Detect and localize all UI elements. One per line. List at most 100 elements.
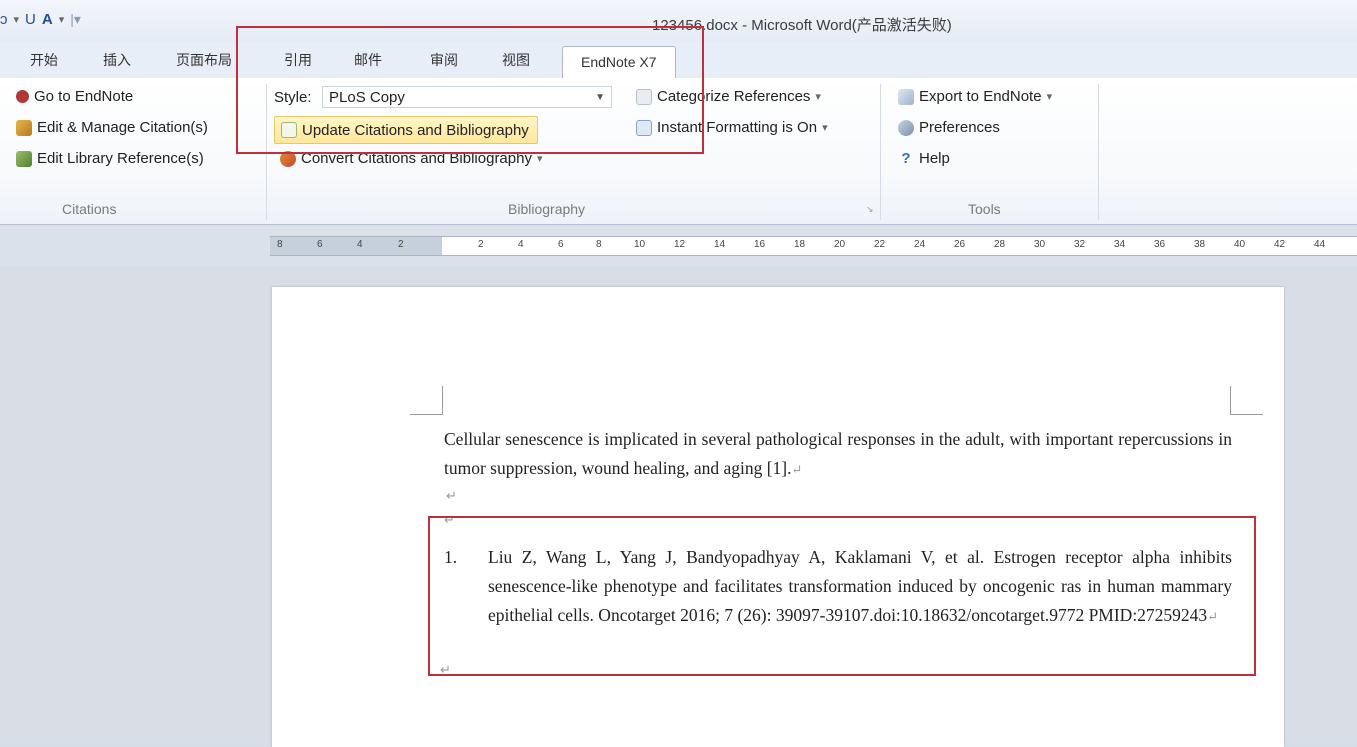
ruler-number: 38 bbox=[1194, 239, 1206, 250]
export-to-endnote-button[interactable]: Export to EndNote ▾ bbox=[898, 88, 1052, 105]
dropdown-arrow-icon[interactable]: ▼ bbox=[595, 87, 605, 109]
update-citations-label: Update Citations and Bibliography bbox=[302, 121, 529, 139]
edit-library-icon bbox=[16, 150, 32, 167]
edit-library-reference-label: Edit Library Reference(s) bbox=[37, 150, 204, 167]
ribbon-tabs: 开始 插入 页面布局 引用 邮件 审阅 视图 EndNote X7 bbox=[0, 42, 1357, 79]
dropdown-icon[interactable]: ▾ bbox=[59, 13, 65, 26]
dropdown-arrow-icon: ▾ bbox=[815, 91, 821, 103]
style-select[interactable]: PLoS Copy ▼ bbox=[322, 86, 612, 108]
preferences-label: Preferences bbox=[919, 119, 1000, 136]
ruler-number: 34 bbox=[1114, 239, 1126, 250]
ruler-number: 2 bbox=[398, 239, 404, 250]
dropdown-arrow-icon: ▾ bbox=[822, 122, 828, 134]
edit-manage-citations-button[interactable]: Edit & Manage Citation(s) bbox=[16, 119, 208, 136]
ruler-number: 4 bbox=[357, 239, 363, 250]
help-icon: ? bbox=[901, 150, 911, 167]
ruler-number: 12 bbox=[674, 239, 686, 250]
instant-formatting-label: Instant Formatting is On bbox=[657, 119, 818, 136]
ruler-number: 10 bbox=[634, 239, 646, 250]
paragraph-mark: ↵ bbox=[444, 512, 455, 527]
help-button[interactable]: ? Help bbox=[898, 150, 950, 167]
update-citations-button[interactable]: Update Citations and Bibliography bbox=[274, 116, 538, 144]
body-paragraph[interactable]: Cellular senescence is implicated in sev… bbox=[444, 425, 1232, 484]
categorize-references-button[interactable]: Categorize References ▾ bbox=[636, 88, 821, 105]
convert-citations-button[interactable]: Convert Citations and Bibliography ▾ bbox=[280, 150, 543, 167]
group-divider bbox=[266, 84, 267, 220]
crop-mark bbox=[1230, 386, 1263, 415]
go-to-endnote-button[interactable]: Go to EndNote bbox=[16, 88, 133, 105]
ruler-number: 26 bbox=[954, 239, 966, 250]
style-value: PLoS Copy bbox=[329, 89, 405, 106]
convert-citations-label: Convert Citations and Bibliography bbox=[301, 150, 532, 167]
ruler-number: 8 bbox=[596, 239, 602, 250]
style-label: Style: bbox=[274, 89, 312, 106]
group-divider bbox=[880, 84, 881, 220]
endnote-icon bbox=[16, 90, 29, 103]
paragraph-mark: ↵ bbox=[446, 488, 457, 503]
ruler-number: 8 bbox=[277, 239, 283, 250]
ruler-number: 6 bbox=[558, 239, 564, 250]
quick-access-toolbar: ↄ ▾ U A ▾ |▾ bbox=[0, 8, 81, 30]
crop-mark bbox=[410, 386, 443, 415]
font-color-icon[interactable]: A bbox=[42, 11, 53, 28]
convert-icon bbox=[280, 150, 296, 167]
dropdown-icon[interactable]: ▾ bbox=[14, 13, 20, 26]
document-page[interactable] bbox=[272, 287, 1284, 747]
categorize-icon bbox=[636, 88, 652, 105]
paragraph-mark: ↵ bbox=[791, 462, 803, 477]
dialog-launcher-icon[interactable]: ↘ bbox=[866, 204, 874, 215]
ruler-number: 24 bbox=[914, 239, 926, 250]
reference-text: Liu Z, Wang L, Yang J, Bandyopadhyay A, … bbox=[488, 547, 1232, 625]
ruler-number: 40 bbox=[1234, 239, 1246, 250]
citations-group-label: Citations bbox=[62, 201, 117, 217]
ruler-number: 30 bbox=[1034, 239, 1046, 250]
export-to-endnote-label: Export to EndNote bbox=[919, 88, 1042, 105]
edit-library-reference-button[interactable]: Edit Library Reference(s) bbox=[16, 150, 204, 167]
ruler-number: 28 bbox=[994, 239, 1006, 250]
undo-icon[interactable]: ↄ bbox=[0, 11, 8, 28]
preferences-icon bbox=[898, 119, 914, 136]
edit-manage-citations-label: Edit & Manage Citation(s) bbox=[37, 119, 208, 136]
bibliography-group-label: Bibliography bbox=[508, 201, 586, 217]
edit-citation-icon bbox=[16, 119, 32, 136]
tab-insert[interactable]: 插入 bbox=[103, 50, 131, 70]
customize-toolbar-icon[interactable]: |▾ bbox=[70, 11, 81, 28]
ruler-number: 42 bbox=[1274, 239, 1286, 250]
horizontal-ruler[interactable]: 8 6 4 2 2 4 6 8 10 12 14 16 18 20 22 24 … bbox=[270, 236, 1357, 256]
tab-mailings[interactable]: 邮件 bbox=[354, 50, 382, 70]
instant-formatting-icon bbox=[636, 119, 652, 136]
ruler-number: 44 bbox=[1314, 239, 1326, 250]
tab-review[interactable]: 审阅 bbox=[430, 50, 458, 70]
group-divider bbox=[1098, 84, 1099, 220]
paragraph-mark: ↵ bbox=[1207, 609, 1219, 624]
title-bar: ↄ ▾ U A ▾ |▾ 123456.docx - Microsoft Wor… bbox=[0, 0, 1357, 42]
window-title: 123456.docx - Microsoft Word(产品激活失败) bbox=[652, 17, 952, 34]
reference-number: 1. bbox=[444, 547, 458, 567]
ruler-number: 14 bbox=[714, 239, 726, 250]
redo-icon[interactable]: U bbox=[25, 11, 36, 28]
paragraph-mark: ↵ bbox=[440, 662, 451, 677]
ruler-number: 16 bbox=[754, 239, 766, 250]
tab-home[interactable]: 开始 bbox=[30, 50, 58, 70]
tab-references[interactable]: 引用 bbox=[284, 50, 312, 70]
help-label: Help bbox=[919, 150, 950, 167]
tab-view[interactable]: 视图 bbox=[502, 50, 530, 70]
ruler-number: 4 bbox=[518, 239, 524, 250]
update-icon bbox=[281, 122, 297, 138]
bibliography-entry[interactable]: 1. Liu Z, Wang L, Yang J, Bandyopadhyay … bbox=[444, 543, 1232, 631]
preferences-button[interactable]: Preferences bbox=[898, 119, 1000, 136]
tab-endnote-x7[interactable]: EndNote X7 bbox=[562, 46, 676, 79]
ruler-number: 36 bbox=[1154, 239, 1166, 250]
categorize-references-label: Categorize References bbox=[657, 88, 811, 105]
ruler-number: 18 bbox=[794, 239, 806, 250]
ruler-number: 20 bbox=[834, 239, 846, 250]
tab-page-layout[interactable]: 页面布局 bbox=[176, 50, 232, 70]
body-paragraph-text: Cellular senescence is implicated in sev… bbox=[444, 429, 1232, 478]
instant-formatting-button[interactable]: Instant Formatting is On ▾ bbox=[636, 119, 828, 136]
ruler-number: 2 bbox=[478, 239, 484, 250]
dropdown-arrow-icon: ▾ bbox=[1046, 91, 1053, 103]
tools-group-label: Tools bbox=[968, 201, 1001, 217]
export-icon bbox=[898, 88, 914, 105]
ruler-number: 22 bbox=[874, 239, 886, 250]
ruler-number: 6 bbox=[317, 239, 323, 250]
